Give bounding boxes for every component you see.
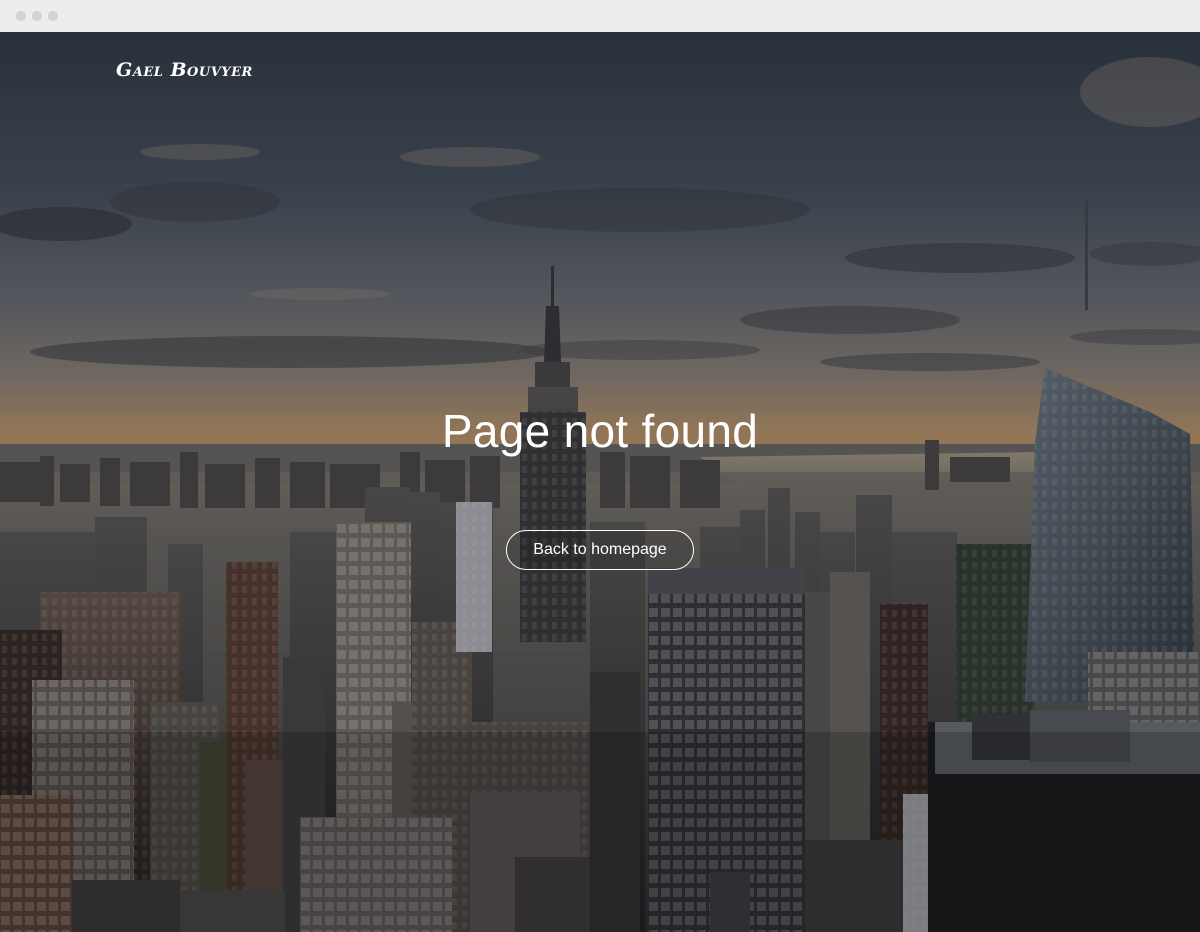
page-viewport: Gael Bouvyer Page not found Back to home… [0,32,1200,932]
brand-logo[interactable]: Gael Bouvyer [116,59,253,81]
window-minimize-dot[interactable] [32,11,42,21]
back-to-homepage-label: Back to homepage [533,541,667,558]
window-maximize-dot[interactable] [48,11,58,21]
back-to-homepage-button[interactable]: Back to homepage [506,530,694,570]
browser-chrome [0,0,1200,32]
city-skyline-background [0,32,1200,932]
page-title: Page not found [441,405,759,457]
window-close-dot[interactable] [16,11,26,21]
